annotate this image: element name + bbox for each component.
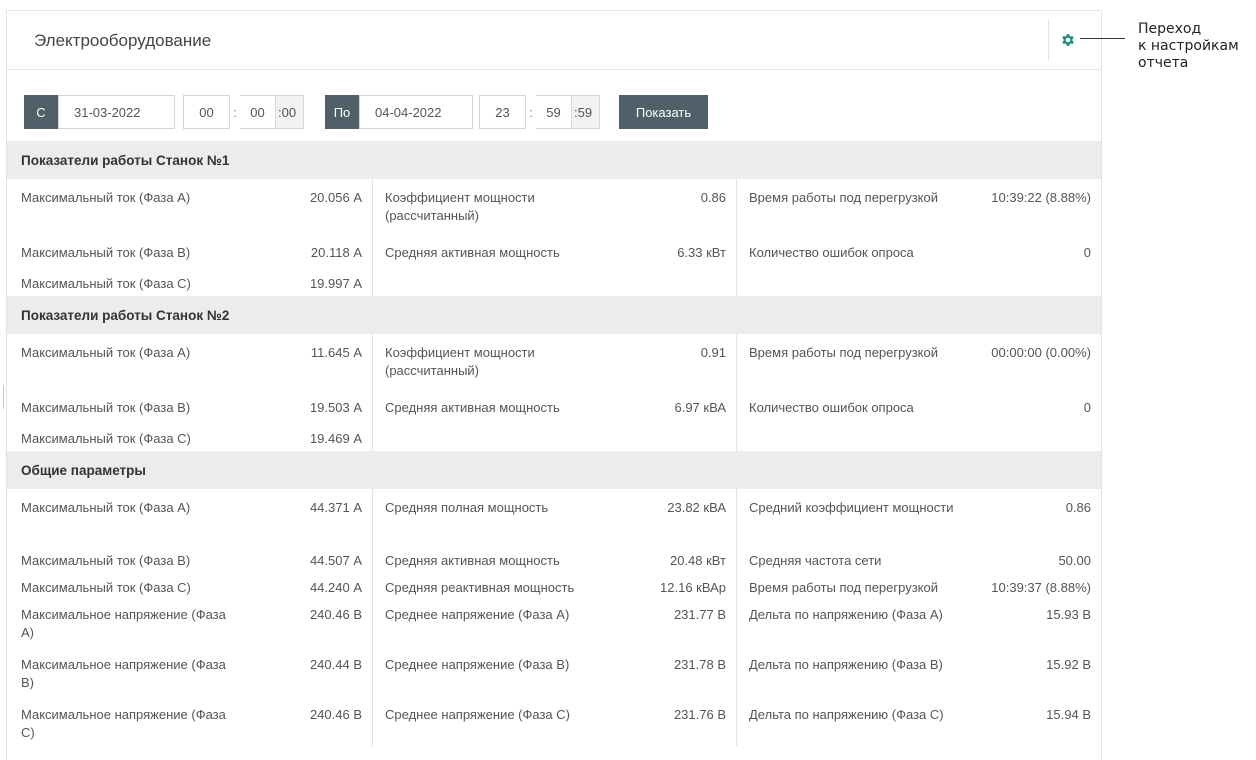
metric-cell: Средний коэффициент мощности 0.86 (736, 489, 1101, 542)
metric-cell: Время работы под перегрузкой 10:39:37 (8.… (736, 569, 1101, 596)
metric-cell-empty (372, 420, 736, 451)
metric-cell: Максимальное напряжение (Фаза С) 240.46 В (21, 707, 362, 740)
metric-cell: Максимальный ток (Фаза В) 20.118 А (21, 245, 362, 260)
report-panel: Электрооборудование С 31-03-2022 00 : 00… (6, 10, 1102, 760)
metric-cell: Средняя частота сети 50.00 (736, 542, 1101, 569)
metric-cell: Коэффициент мощности (рассчитанный) 0.86 (372, 179, 736, 234)
metric-cell-empty (372, 265, 736, 296)
metric-cell: Максимальный ток (Фаза А) 11.645 А (21, 345, 362, 360)
to-minutes-input[interactable]: 59 (536, 95, 572, 129)
time-separator: : (233, 104, 237, 120)
from-hours-input[interactable]: 00 (183, 95, 230, 129)
metric-cell: Время работы под перегрузкой 10:39:22 (8.… (736, 179, 1101, 234)
to-date-input[interactable]: 04-04-2022 (359, 95, 473, 129)
to-seconds: :59 (572, 95, 600, 129)
metric-cell: Время работы под перегрузкой 00:00:00 (0.… (736, 334, 1101, 389)
show-button[interactable]: Показать (619, 95, 708, 129)
report-body: Показатели работы Станок №1 Максимальный… (7, 141, 1101, 746)
metric-cell: Дельта по напряжению (Фаза С) 15.94 В (736, 696, 1101, 746)
metric-cell: Количество ошибок опроса 0 (736, 234, 1101, 265)
section-header: Общие параметры (7, 451, 1101, 489)
date-filter: С 31-03-2022 00 : 00 :00 По 04-04-2022 2… (24, 95, 924, 129)
metric-cell: Дельта по напряжению (Фаза А) 15.93 В (736, 596, 1101, 646)
metric-cell: Максимальный ток (Фаза С) 44.240 А (21, 580, 362, 595)
to-label: По (325, 95, 359, 129)
metrics-grid: Максимальный ток (Фаза А) 20.056 А Коэффи… (7, 179, 1101, 296)
metric-cell: Средняя активная мощность 20.48 кВт (372, 542, 736, 569)
metrics-grid: Максимальный ток (Фаза А) 44.371 А Средня… (7, 489, 1101, 746)
metrics-grid: Максимальный ток (Фаза А) 11.645 А Коэффи… (7, 334, 1101, 451)
metric-cell: Максимальный ток (Фаза В) 19.503 А (21, 400, 362, 415)
metric-cell: Среднее напряжение (Фаза А) 231.77 В (372, 596, 736, 646)
metric-cell: Максимальное напряжение (Фаза В) 240.44 В (21, 657, 362, 690)
metric-cell: Дельта по напряжению (Фаза В) 15.92 В (736, 646, 1101, 696)
metric-cell: Средняя полная мощность 23.82 кВА (372, 489, 736, 542)
callout-line-2: к настройкам (1138, 38, 1239, 54)
callout-pointer (1080, 38, 1125, 39)
metric-cell-empty (736, 420, 1101, 451)
time-separator: : (529, 104, 533, 120)
metric-cell: Коэффициент мощности (рассчитанный) 0.91 (372, 334, 736, 389)
settings-button[interactable] (1057, 29, 1079, 51)
metric-cell: Среднее напряжение (Фаза В) 231.78 В (372, 646, 736, 696)
metric-cell: Максимальный ток (Фаза В) 44.507 А (21, 553, 362, 568)
metric-cell: Максимальный ток (Фаза А) 20.056 А (21, 190, 362, 205)
to-hours-input[interactable]: 23 (479, 95, 526, 129)
metric-cell: Максимальный ток (Фаза С) 19.469 А (21, 431, 362, 446)
metric-cell: Средняя реактивная мощность 12.16 кВАр (372, 569, 736, 596)
callout-line-1: Переход (1138, 21, 1202, 37)
callout-line-3: отчета (1138, 55, 1189, 71)
metric-cell: Средняя активная мощность 6.33 кВт (372, 234, 736, 265)
from-seconds: :00 (276, 95, 304, 129)
metric-cell: Максимальный ток (Фаза С) 19.997 А (21, 276, 362, 291)
from-minutes-input[interactable]: 00 (240, 95, 276, 129)
gear-icon (1062, 34, 1074, 46)
metric-cell: Максимальное напряжение (Фаза А) 240.46 В (21, 607, 362, 640)
section-header: Показатели работы Станок №2 (7, 296, 1101, 334)
from-date-input[interactable]: 31-03-2022 (58, 95, 175, 129)
section-header: Показатели работы Станок №1 (7, 141, 1101, 179)
page-title: Электрооборудование (34, 31, 212, 50)
metric-cell-empty (736, 265, 1101, 296)
panel-header: Электрооборудование (7, 11, 1101, 70)
metric-cell: Средняя активная мощность 6.97 кВА (372, 389, 736, 420)
metric-cell: Максимальный ток (Фаза А) 44.371 А (21, 500, 362, 515)
header-divider (1048, 19, 1049, 61)
metric-cell: Среднее напряжение (Фаза С) 231.76 В (372, 696, 736, 746)
settings-callout: Переход к настройкам отчета (1138, 21, 1239, 72)
scroll-edge-marker (3, 385, 4, 409)
from-label: С (24, 95, 58, 129)
metric-cell: Количество ошибок опроса 0 (736, 389, 1101, 420)
